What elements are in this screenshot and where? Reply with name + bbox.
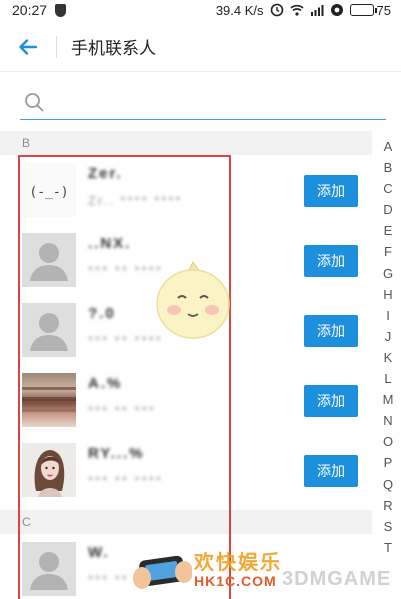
girl-portrait-icon — [34, 450, 65, 497]
index-letter[interactable]: C — [383, 178, 392, 199]
avatar — [22, 443, 76, 497]
search-icon — [25, 92, 44, 111]
header-divider — [56, 35, 57, 58]
default-person-icon — [30, 243, 68, 281]
avatar — [22, 373, 76, 427]
avatar — [22, 233, 76, 287]
back-button[interactable] — [0, 22, 56, 72]
alarm-icon — [270, 3, 283, 17]
status-bar: 20:27 39.4 K/s 75 — [0, 0, 401, 20]
back-arrow-icon — [19, 38, 38, 55]
contact-row[interactable]: ..NX. *** ** **** 添加 — [0, 225, 372, 295]
add-contact-button[interactable]: 添加 — [304, 245, 358, 277]
wifi-icon — [289, 4, 304, 16]
avatar — [22, 303, 76, 357]
contact-phone: *** ** **** — [88, 333, 163, 348]
index-letter[interactable]: L — [384, 368, 391, 389]
index-letter[interactable]: M — [383, 389, 394, 410]
index-letter[interactable]: H — [383, 284, 392, 305]
avatar: (-_-) — [22, 163, 76, 217]
index-letter[interactable]: Q — [383, 474, 393, 495]
contact-name: RY...% — [88, 445, 145, 462]
default-person-icon — [30, 313, 68, 351]
index-letter[interactable]: T — [384, 537, 392, 558]
app-header: 手机联系人 — [0, 22, 401, 72]
emoticon-avatar-icon: (-_-) — [29, 185, 68, 200]
page-title: 手机联系人 — [71, 39, 156, 58]
search-bar — [20, 84, 386, 120]
add-contact-button[interactable]: 添加 — [304, 455, 358, 487]
shield-icon — [55, 3, 67, 17]
index-letter[interactable]: J — [385, 326, 392, 347]
index-letter[interactable]: I — [386, 305, 390, 326]
index-letter[interactable]: E — [384, 220, 393, 241]
avatar — [22, 542, 76, 596]
contact-row[interactable]: A.% *** ** *** 添加 — [0, 365, 372, 435]
index-letter[interactable]: F — [384, 241, 392, 262]
add-contact-button[interactable]: 添加 — [304, 175, 358, 207]
index-letter[interactable]: K — [384, 347, 393, 368]
index-letter[interactable]: B — [384, 157, 393, 178]
battery-indicator: 75 — [349, 2, 391, 18]
index-letter[interactable]: N — [383, 410, 392, 431]
battery-percent: 75 — [376, 2, 391, 18]
contact-row[interactable]: RY...% *** ** **** 添加 — [0, 435, 372, 505]
contact-phone: *** ** **** — [88, 473, 163, 488]
search-input[interactable] — [44, 86, 386, 117]
contact-row[interactable]: W. *** ** *** — [0, 534, 372, 599]
add-contact-button[interactable]: 添加 — [304, 315, 358, 347]
contact-phone: Zr.. **** **** — [88, 193, 183, 208]
index-letter[interactable]: S — [384, 516, 393, 537]
contact-name: ?.0 — [88, 305, 116, 322]
add-contact-button[interactable]: 添加 — [304, 385, 358, 417]
contact-phone: *** ** *** — [88, 572, 156, 587]
signal-icon — [310, 5, 324, 16]
index-letter[interactable]: P — [384, 452, 393, 473]
index-letter[interactable]: R — [383, 495, 392, 516]
photo-avatar-icon — [22, 387, 76, 412]
svg-text:(-_-): (-_-) — [29, 185, 68, 200]
contact-name: W. — [88, 544, 110, 561]
alphabet-index[interactable]: ABCDEFGHIJKLMNOPQRST — [375, 136, 401, 558]
index-letter[interactable]: O — [383, 431, 393, 452]
contact-name: ..NX. — [88, 235, 132, 252]
status-time: 20:27 — [12, 2, 48, 18]
contact-phone: *** ** **** — [88, 263, 163, 278]
contact-row[interactable]: ?.0 *** ** **** 添加 — [0, 295, 372, 365]
section-header-b: B — [0, 131, 372, 155]
contact-name: A.% — [88, 375, 123, 392]
index-letter[interactable]: A — [384, 136, 393, 157]
sync-icon — [330, 4, 343, 16]
index-letter[interactable]: G — [383, 263, 393, 284]
contact-name: Zer. — [88, 165, 123, 182]
contact-phone: *** ** *** — [88, 403, 156, 418]
index-letter[interactable]: D — [383, 199, 392, 220]
default-person-icon — [30, 552, 68, 590]
network-speed: 39.4 K/s — [215, 2, 264, 18]
contact-row[interactable]: (-_-) Zer. Zr.. **** **** 添加 — [0, 155, 372, 225]
section-header-c: C — [0, 510, 372, 534]
